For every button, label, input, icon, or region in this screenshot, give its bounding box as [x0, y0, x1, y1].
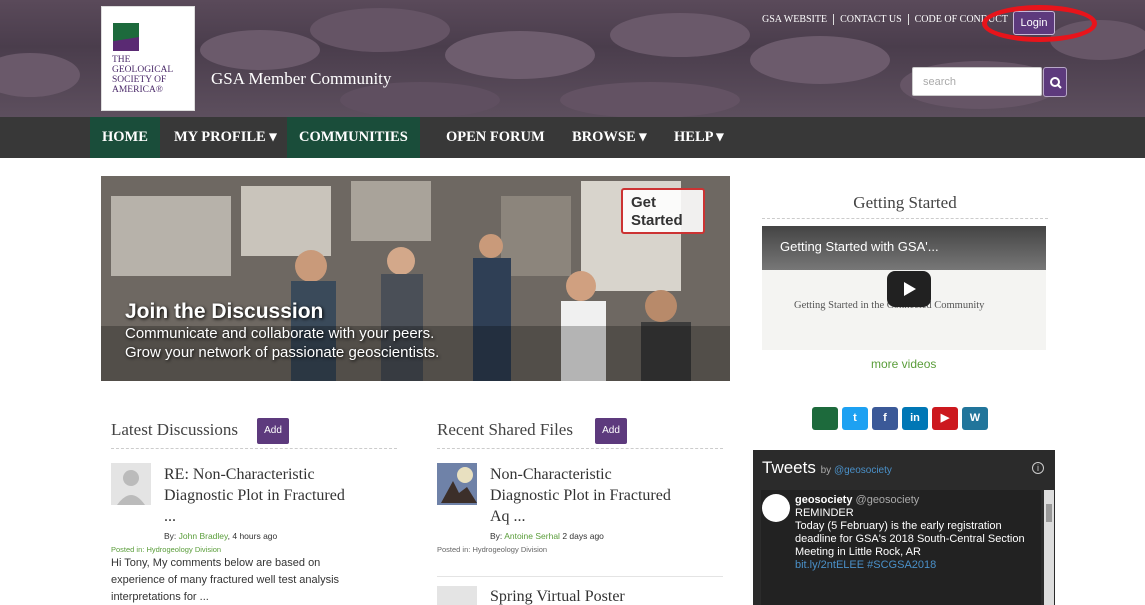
play-icon[interactable] — [887, 271, 931, 307]
tweet-list[interactable]: geosociety @geosociety REMINDER Today (5… — [761, 490, 1041, 605]
excerpt-line3: interpretations for ... — [111, 591, 209, 603]
main-nav: HOME MY PROFILE ▾ COMMUNITIES OPEN FORUM… — [0, 117, 1145, 158]
divider — [111, 448, 397, 449]
discussion-title-line1: RE: Non-Characteristic — [164, 466, 315, 483]
tweet-line2: Today (5 February) is the early registra… — [795, 520, 1025, 558]
user-icon — [117, 470, 145, 505]
posted-in-link[interactable]: Hydrogeology Division — [146, 545, 221, 554]
file-title-line1: Non-Characteristic — [490, 466, 612, 483]
video-player[interactable]: Getting Started with GSA'... Getting Sta… — [762, 226, 1046, 350]
site-header: THE GEOLOGICAL SOCIETY OF AMERICA® GSA M… — [0, 0, 1145, 117]
author-link[interactable]: John Bradley — [179, 531, 228, 541]
hero-caption: Join the Discussion Communicate and coll… — [125, 300, 439, 362]
highlight-circle — [982, 5, 1097, 42]
nav-open-forum[interactable]: OPEN FORUM — [434, 117, 557, 158]
tweets-widget: Tweets by @geosociety i geosociety @geos… — [753, 450, 1055, 605]
tweet-author[interactable]: geosociety — [795, 494, 852, 506]
post-time: , 4 hours ago — [227, 531, 278, 541]
nav-browse[interactable]: BROWSE ▾ — [560, 117, 659, 158]
tweet: geosociety @geosociety REMINDER Today (5… — [795, 494, 1035, 572]
posted-in: Posted in: Hydrogeology Division — [437, 545, 547, 554]
excerpt-line1: Hi Tony, My comments below are based on — [111, 557, 321, 569]
getting-started-title: Getting Started — [853, 193, 957, 212]
by-label: By: — [164, 531, 177, 541]
excerpt-line2: experience of many fractured well test a… — [111, 574, 340, 586]
search-icon — [1050, 77, 1062, 89]
get-started-label: Get Started — [631, 194, 683, 229]
nav-communities[interactable]: COMMUNITIES — [287, 117, 420, 158]
gsa-logo-icon — [113, 23, 139, 51]
latest-discussions-heading: Latest Discussions — [111, 420, 239, 439]
recent-files-heading: Recent Shared Files — [437, 420, 573, 439]
discussion-meta: By: John Bradley, 4 hours ago — [164, 531, 277, 541]
more-videos-link[interactable]: more videos — [871, 357, 936, 371]
nav-help[interactable]: HELP ▾ — [662, 117, 736, 158]
video-title[interactable]: Getting Started with GSA'... — [780, 239, 939, 254]
tweets-header: Tweets by @geosociety — [762, 458, 892, 478]
hero-subtitle-1: Communicate and collaborate with your pe… — [125, 325, 435, 342]
tweets-title: Tweets — [762, 458, 816, 477]
top-link-contact-us[interactable]: CONTACT US — [834, 14, 909, 25]
divider — [437, 576, 723, 577]
site-title[interactable]: GSA Member Community — [211, 69, 391, 89]
nav-home[interactable]: HOME — [90, 117, 160, 158]
avatar[interactable] — [437, 586, 477, 605]
search-input[interactable]: search — [912, 67, 1042, 96]
logo-text: THE GEOLOGICAL SOCIETY OF AMERICA® — [112, 55, 173, 95]
tweets-scrollbar[interactable] — [1044, 490, 1054, 605]
discussion-title-line3: ... — [164, 508, 176, 525]
file-thumbnail[interactable] — [437, 463, 477, 505]
discussion-title-line2: Diagnostic Plot in Fractured — [164, 487, 345, 504]
tweet-handle[interactable]: @geosociety — [856, 494, 920, 506]
top-links: GSA WEBSITE CONTACT US CODE OF CONDUCT — [756, 14, 1014, 25]
file-meta: By: Antoine Serhal 2 days ago — [490, 531, 604, 541]
get-started-button[interactable]: Get Started — [621, 188, 705, 234]
divider — [437, 448, 723, 449]
file-title-2[interactable]: Spring Virtual Poster — [490, 586, 720, 605]
add-discussion-button[interactable]: Add — [257, 418, 289, 444]
hero-subtitle-2: Grow your network of passionate geoscien… — [125, 344, 440, 361]
facebook-icon[interactable]: f — [872, 407, 898, 430]
scrollbar-thumb[interactable] — [1046, 504, 1052, 522]
info-icon[interactable]: i — [1032, 462, 1044, 474]
file-title-line3: Aq ... — [490, 508, 526, 525]
author-link[interactable]: Antoine Serhal — [504, 531, 560, 541]
gsa-logo[interactable]: THE GEOLOGICAL SOCIETY OF AMERICA® — [101, 6, 195, 111]
tweets-handle-link[interactable]: @geosociety — [834, 465, 892, 476]
twitter-icon[interactable]: t — [842, 407, 868, 430]
by-label: By: — [490, 531, 503, 541]
posted-in-label: Posted in: — [111, 545, 145, 554]
tweets-by: by — [820, 465, 832, 476]
file-title-line2: Diagnostic Plot in Fractured — [490, 487, 671, 504]
posted-in: Posted in: Hydrogeology Division — [111, 545, 221, 554]
post-time: 2 days ago — [559, 531, 604, 541]
avatar[interactable] — [111, 463, 151, 505]
posted-in-link[interactable]: Hydrogeology Division — [472, 545, 547, 554]
social-icons: t f in ▶ W — [812, 407, 988, 430]
wordpress-icon[interactable]: W — [962, 407, 988, 430]
youtube-icon[interactable]: ▶ — [932, 407, 958, 430]
discussion-excerpt: Hi Tony, My comments below are based on … — [111, 555, 401, 605]
file-thumbnail-image — [437, 463, 477, 505]
search-button[interactable] — [1043, 67, 1067, 97]
tweet-links[interactable]: bit.ly/2ntELEE #SCGSA2018 — [795, 559, 936, 571]
hero-title: Join the Discussion — [125, 300, 324, 323]
top-link-gsa-website[interactable]: GSA WEBSITE — [756, 14, 835, 25]
gsa-icon[interactable] — [812, 407, 838, 430]
posted-in-label: Posted in: — [437, 545, 471, 554]
nav-my-profile[interactable]: MY PROFILE ▾ — [162, 117, 289, 158]
avatar[interactable] — [762, 494, 790, 522]
discussion-title[interactable]: RE: Non-Characteristic Diagnostic Plot i… — [164, 464, 394, 527]
divider — [762, 218, 1048, 219]
tweet-line1: REMINDER — [795, 507, 854, 519]
linkedin-icon[interactable]: in — [902, 407, 928, 430]
add-file-button[interactable]: Add — [595, 418, 627, 444]
file-title[interactable]: Non-Characteristic Diagnostic Plot in Fr… — [490, 464, 720, 527]
